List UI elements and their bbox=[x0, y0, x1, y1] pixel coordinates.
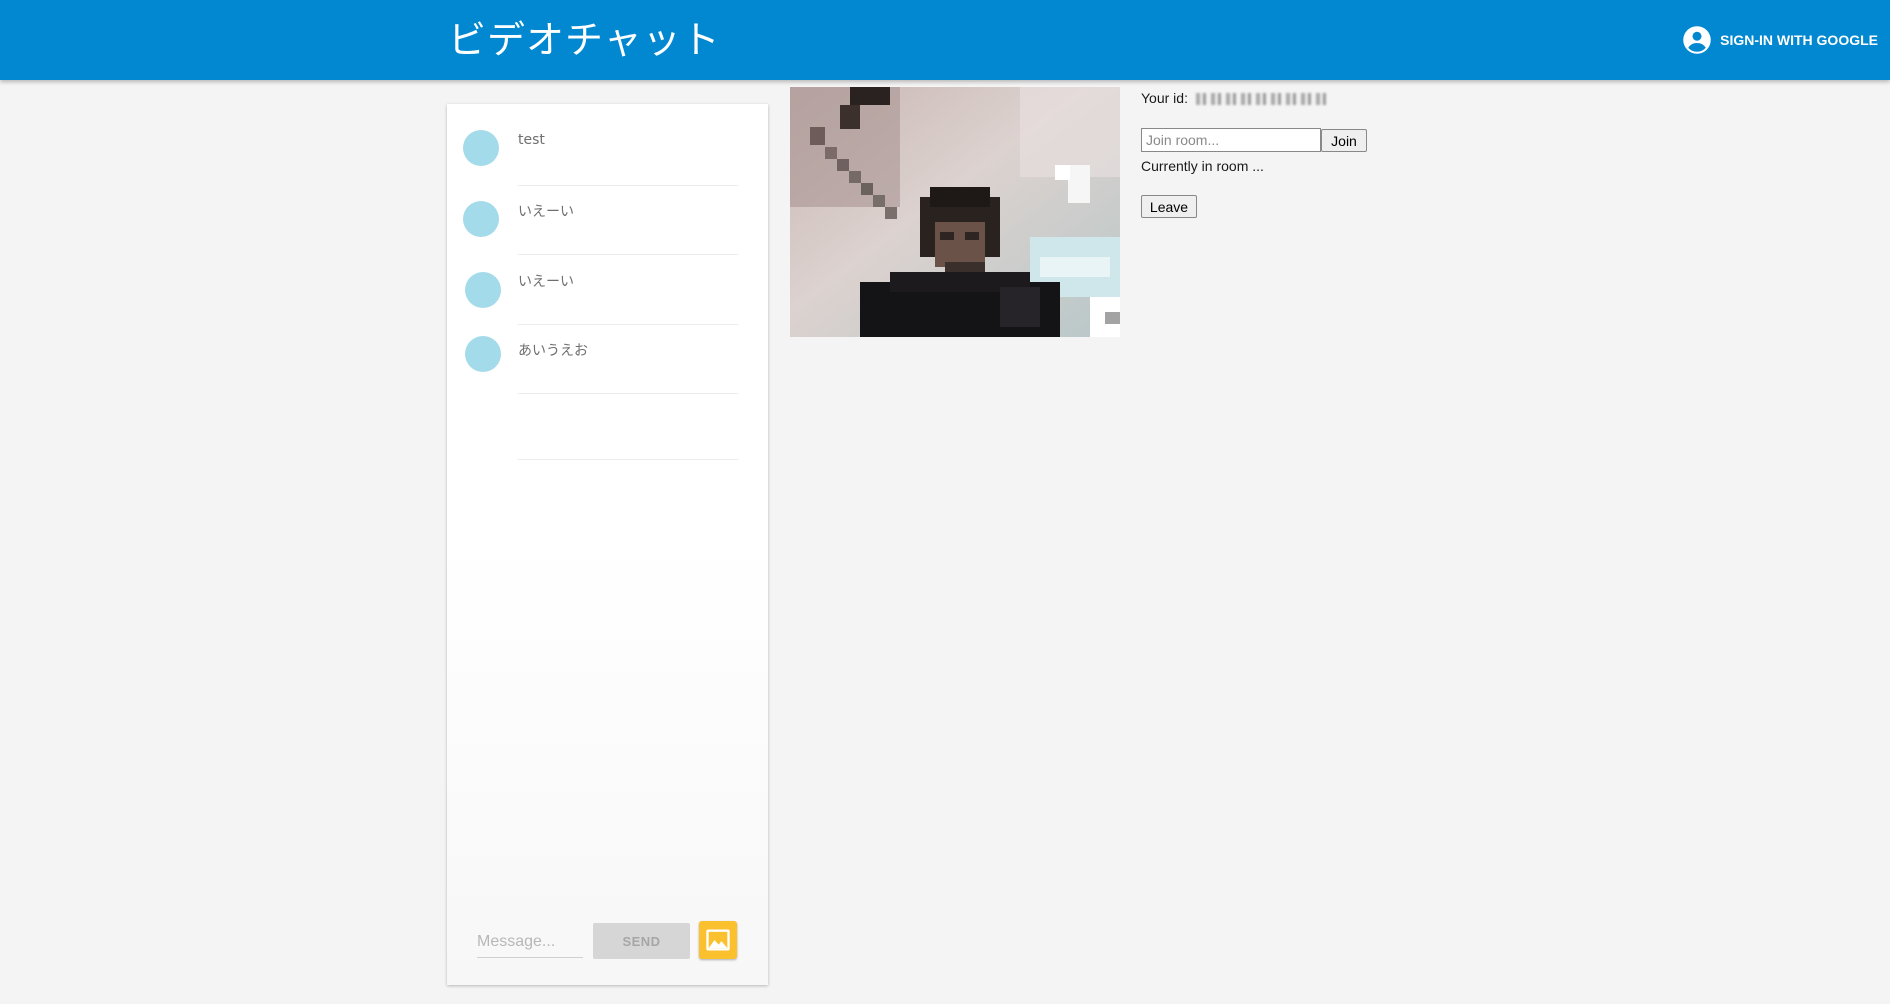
sign-in-label: SIGN-IN WITH GOOGLE bbox=[1720, 32, 1878, 48]
message-divider bbox=[518, 393, 738, 394]
join-room-input[interactable] bbox=[1141, 128, 1321, 152]
message-input[interactable] bbox=[477, 927, 583, 958]
your-id-label: Your id: bbox=[1141, 90, 1188, 106]
your-id-value-obscured bbox=[1195, 93, 1326, 106]
app-header: ビデオチャット SIGN-IN WITH GOOGLE bbox=[0, 0, 1890, 80]
room-status: Currently in room ... bbox=[1141, 158, 1264, 174]
your-id-row: Your id: bbox=[1141, 90, 1326, 106]
message-divider bbox=[518, 459, 738, 460]
message-item: あいうえお bbox=[447, 324, 768, 394]
message-item: いえーい bbox=[447, 185, 768, 255]
local-video bbox=[790, 87, 1120, 337]
avatar bbox=[465, 336, 501, 372]
upload-image-button[interactable] bbox=[699, 921, 737, 959]
avatar bbox=[465, 272, 501, 308]
app-title: ビデオチャット bbox=[448, 18, 721, 62]
leave-button[interactable]: Leave bbox=[1141, 195, 1197, 218]
chat-panel: test いえーい いえーい あいうえお SEND bbox=[447, 104, 768, 985]
avatar bbox=[463, 201, 499, 237]
message-item: いえーい bbox=[447, 255, 768, 325]
image-icon bbox=[706, 929, 730, 951]
avatar bbox=[463, 130, 499, 166]
message-composer: SEND bbox=[447, 913, 768, 985]
sign-in-with-google-button[interactable]: SIGN-IN WITH GOOGLE bbox=[1682, 22, 1878, 58]
send-button[interactable]: SEND bbox=[593, 923, 690, 959]
message-text: いえーい bbox=[518, 204, 574, 220]
message-text: あいうえお bbox=[518, 343, 588, 359]
video-frame bbox=[790, 87, 1120, 337]
message-text: test bbox=[518, 132, 545, 148]
account-circle-icon bbox=[1683, 26, 1711, 54]
message-item: test bbox=[447, 116, 768, 186]
join-button[interactable]: Join bbox=[1321, 129, 1367, 152]
message-text: いえーい bbox=[518, 274, 574, 290]
